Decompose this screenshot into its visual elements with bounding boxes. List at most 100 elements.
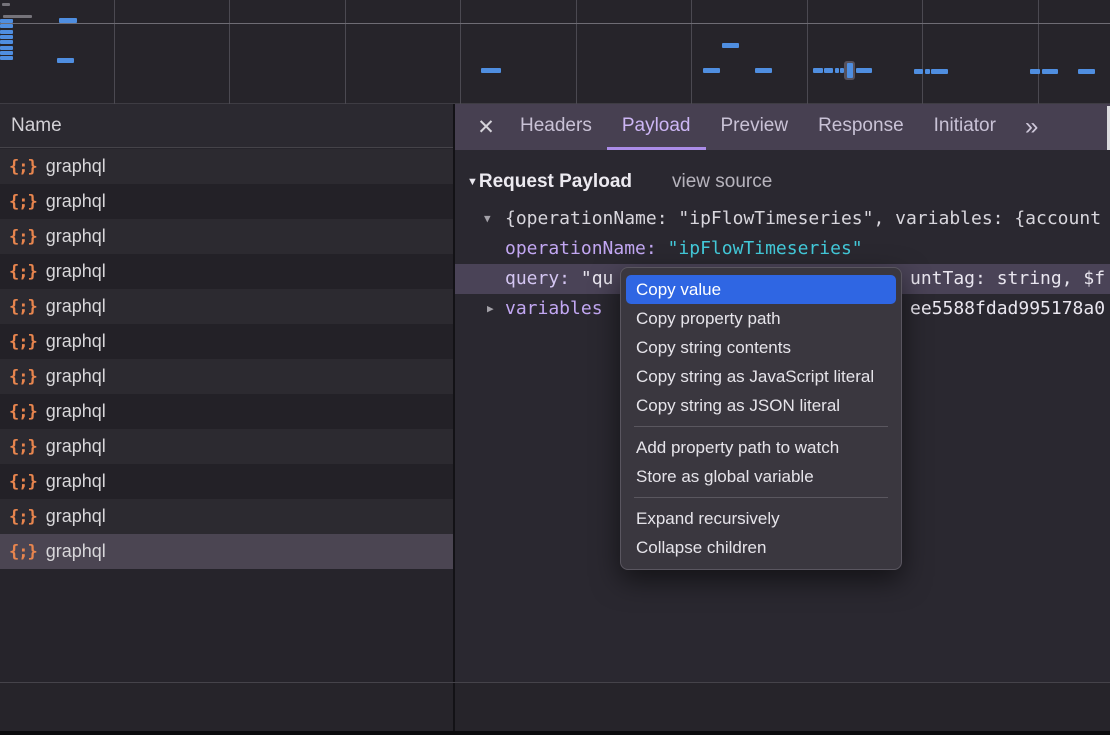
request-name: graphql bbox=[46, 401, 106, 422]
overview-gridline bbox=[691, 0, 692, 104]
request-row[interactable]: {;}graphql bbox=[0, 429, 453, 464]
waterfall-bar bbox=[755, 68, 772, 73]
waterfall-bar bbox=[0, 56, 13, 60]
waterfall-bar bbox=[481, 68, 501, 73]
menu-separator bbox=[634, 497, 888, 498]
menu-item-collapse-children[interactable]: Collapse children bbox=[626, 533, 896, 562]
property-value-fragment: "qu bbox=[581, 268, 614, 289]
waterfall-bar bbox=[0, 46, 13, 50]
tab-payload[interactable]: Payload bbox=[607, 104, 706, 150]
waterfall-bar bbox=[856, 68, 872, 73]
property-value-fragment-right: ee5588fdad995178a0 bbox=[910, 294, 1105, 324]
menu-item-copy-string-as-javascript-literal[interactable]: Copy string as JavaScript literal bbox=[626, 362, 896, 391]
menu-item-store-as-global-variable[interactable]: Store as global variable bbox=[626, 462, 896, 491]
request-name: graphql bbox=[46, 261, 106, 282]
tab-initiator[interactable]: Initiator bbox=[919, 104, 1011, 150]
waterfall-bar bbox=[847, 63, 853, 78]
request-row[interactable]: {;} graphql bbox=[0, 394, 453, 429]
overview-gridline bbox=[114, 0, 115, 104]
property-value-fragment-right: untTag: string, $f bbox=[910, 264, 1105, 294]
object-preview-text: {operationName: "ipFlowTimeseries", vari… bbox=[505, 204, 1101, 234]
more-tabs-icon[interactable]: » bbox=[1025, 104, 1036, 150]
waterfall-bar bbox=[703, 68, 720, 73]
name-column-header[interactable]: Name bbox=[0, 104, 453, 148]
waterfall-bar bbox=[1030, 69, 1040, 74]
request-name: graphql bbox=[46, 156, 106, 177]
property-key: query: bbox=[505, 268, 570, 289]
request-name: graphql bbox=[46, 366, 106, 387]
menu-item-copy-value[interactable]: Copy value bbox=[626, 275, 896, 304]
request-row[interactable]: {;} graphql bbox=[0, 464, 453, 499]
request-row[interactable]: {;} graphql bbox=[0, 499, 453, 534]
detail-tabbar: ✕ HeadersPayloadPreviewResponseInitiator… bbox=[455, 104, 1110, 150]
operation-name-row[interactable]: operationName: "ipFlowTimeseries" bbox=[455, 234, 1110, 264]
request-row[interactable]: {;}graphql bbox=[0, 184, 453, 219]
waterfall-bar bbox=[0, 19, 13, 23]
request-row[interactable]: {;} graphql bbox=[0, 359, 453, 394]
menu-item-copy-property-path[interactable]: Copy property path bbox=[626, 304, 896, 333]
fetch-json-icon: {;} bbox=[9, 227, 37, 247]
request-row[interactable]: {;}graphql bbox=[0, 324, 453, 359]
request-row[interactable]: {;}graphql bbox=[0, 289, 453, 324]
waterfall-bar bbox=[835, 68, 839, 73]
collapse-triangle-icon[interactable]: ▼ bbox=[467, 176, 478, 188]
expand-triangle-icon[interactable]: ▶ bbox=[487, 294, 494, 324]
property-key: variables bbox=[505, 298, 603, 319]
payload-object-preview-row[interactable]: ▼ {operationName: "ipFlowTimeseries", va… bbox=[455, 204, 1110, 234]
fetch-json-icon: {;} bbox=[9, 437, 37, 457]
request-name: graphql bbox=[46, 506, 106, 527]
waterfall-bar bbox=[722, 43, 739, 48]
request-row[interactable]: {;}graphql bbox=[0, 534, 453, 569]
menu-item-expand-recursively[interactable]: Expand recursively bbox=[626, 504, 896, 533]
overview-gridline bbox=[460, 0, 461, 104]
request-row[interactable]: {;} graphql bbox=[0, 254, 453, 289]
waterfall-bar bbox=[0, 30, 13, 34]
request-row[interactable]: {;} graphql bbox=[0, 219, 453, 254]
menu-item-copy-string-as-json-literal[interactable]: Copy string as JSON literal bbox=[626, 391, 896, 420]
property-value: "ipFlowTimeseries" bbox=[668, 238, 863, 259]
fetch-json-icon: {;} bbox=[9, 507, 37, 527]
menu-item-add-property-path-to-watch[interactable]: Add property path to watch bbox=[626, 433, 896, 462]
waterfall-bar bbox=[824, 68, 833, 73]
tab-preview[interactable]: Preview bbox=[706, 104, 804, 150]
waterfall-bar bbox=[3, 15, 32, 18]
overview-gridline bbox=[922, 0, 923, 104]
waterfall-bar bbox=[0, 35, 13, 39]
view-source-link[interactable]: view source bbox=[672, 171, 772, 192]
request-name: graphql bbox=[46, 226, 106, 247]
fetch-json-icon: {;} bbox=[9, 402, 37, 422]
property-key: operationName: bbox=[505, 238, 657, 259]
request-rows: {;} graphql {;} graphql {;} graphql {;} graphql… bbox=[0, 149, 453, 569]
footer-divider bbox=[0, 682, 1110, 683]
collapse-triangle-icon[interactable]: ▼ bbox=[484, 204, 491, 234]
fetch-json-icon: {;} bbox=[9, 542, 37, 562]
context-menu: Copy valueCopy property pathCopy string … bbox=[620, 267, 902, 570]
tab-response[interactable]: Response bbox=[803, 104, 919, 150]
close-icon[interactable]: ✕ bbox=[467, 104, 505, 150]
waterfall-bar bbox=[57, 58, 74, 63]
tab-headers[interactable]: Headers bbox=[505, 104, 607, 150]
menu-separator bbox=[634, 426, 888, 427]
fetch-json-icon: {;} bbox=[9, 192, 37, 212]
fetch-json-icon: {;} bbox=[9, 332, 37, 352]
fetch-json-icon: {;} bbox=[9, 472, 37, 492]
fetch-json-icon: {;} bbox=[9, 262, 37, 282]
menu-item-copy-string-contents[interactable]: Copy string contents bbox=[626, 333, 896, 362]
waterfall-bar bbox=[813, 68, 823, 73]
waterfall-bar bbox=[0, 51, 13, 55]
waterfall-bar bbox=[59, 18, 77, 23]
overview-gridline bbox=[576, 0, 577, 104]
devtools-network-panel: Name {;}graphql{;}graphql{;}graphql{;}gr… bbox=[0, 0, 1110, 735]
request-list-pane: Name {;}graphql{;}graphql{;}graphql{;}gr… bbox=[0, 104, 453, 682]
waterfall-bar bbox=[0, 40, 13, 44]
overview-gridline bbox=[345, 0, 346, 104]
request-name: graphql bbox=[46, 471, 106, 492]
network-overview-timeline[interactable] bbox=[0, 0, 1110, 104]
request-row[interactable]: {;}graphql bbox=[0, 149, 453, 184]
fetch-json-icon: {;} bbox=[9, 367, 37, 387]
waterfall-bar bbox=[925, 69, 930, 74]
waterfall-bar bbox=[2, 3, 10, 6]
waterfall-bar bbox=[0, 24, 13, 28]
waterfall-bar bbox=[931, 69, 948, 74]
waterfall-bar bbox=[1042, 69, 1058, 74]
